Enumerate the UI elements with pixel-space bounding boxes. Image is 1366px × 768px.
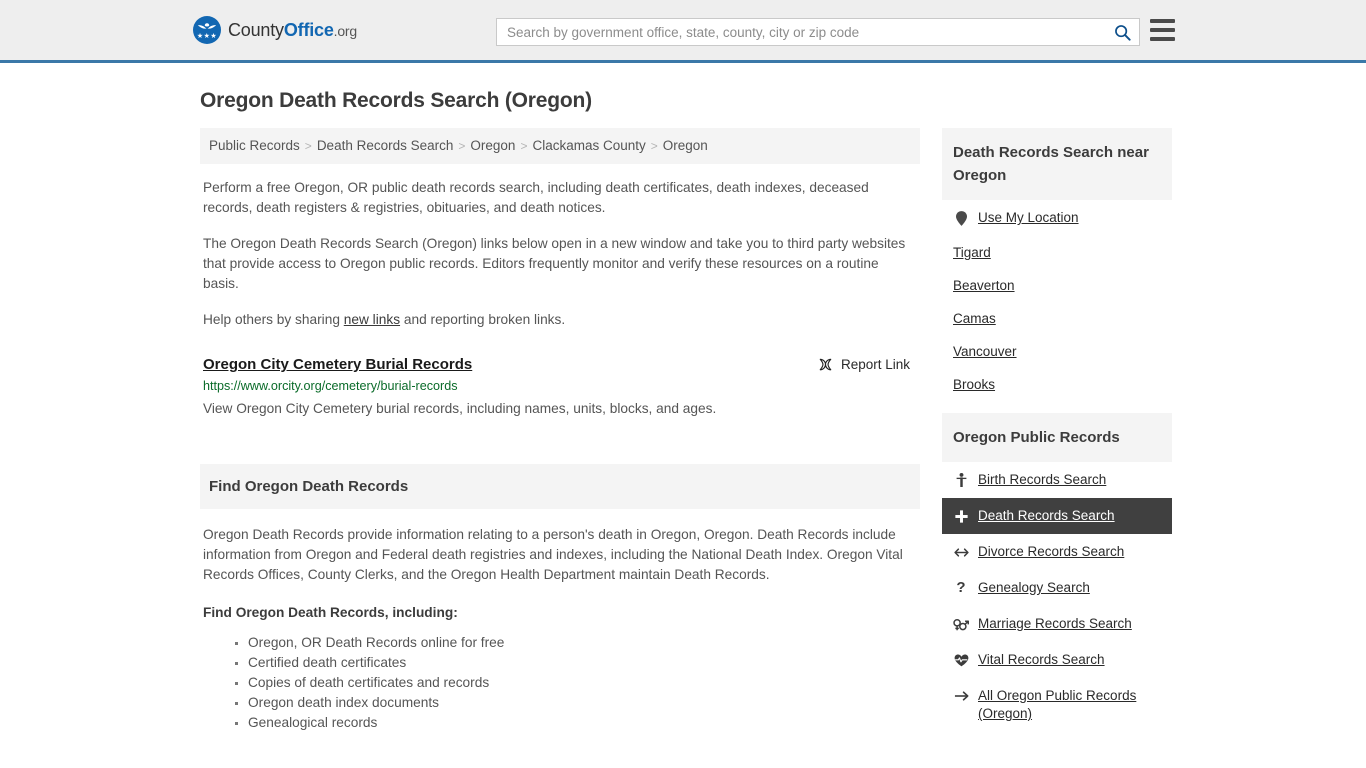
venus-mars-icon (953, 615, 969, 633)
arrow-right-icon (953, 687, 969, 705)
sidebar-item-birth-records-search[interactable]: Birth Records Search (942, 462, 1172, 498)
public-records-list: Birth Records Search Death Records Searc… (942, 462, 1172, 732)
breadcrumb-item-oregon[interactable]: Oregon (470, 138, 515, 153)
report-link-button[interactable]: Report Link (818, 357, 910, 372)
site-header: ★★★ CountyOffice.org (0, 0, 1366, 63)
sidebar-item-city-beaverton[interactable]: Beaverton (942, 269, 1172, 302)
public-records-card: Oregon Public Records Birth Records Sear… (942, 413, 1172, 732)
sidebar-item-vital-records-search[interactable]: Vital Records Search (942, 642, 1172, 678)
brand-part-office: Office (283, 19, 334, 40)
share-text-before: Help others by sharing (203, 312, 344, 328)
sidebar-item-label[interactable]: Vital Records Search (978, 651, 1105, 669)
intro-paragraph-1: Perform a free Oregon, OR public death r… (203, 180, 869, 216)
share-text-after: and reporting broken links. (400, 312, 566, 328)
result-url: https://www.orcity.org/cemetery/burial-r… (203, 379, 458, 394)
sidebar-item-city-brooks[interactable]: Brooks (942, 368, 1172, 401)
page-body: Oregon Death Records Search (Oregon) Pub… (0, 89, 1366, 733)
sidebar-item-city-vancouver[interactable]: Vancouver (942, 335, 1172, 368)
three-stars-icon: ★★★ (196, 33, 218, 40)
page-title: Oregon Death Records Search (Oregon) (200, 89, 592, 112)
breadcrumb-item-public-records[interactable]: Public Records (209, 138, 300, 153)
brand-wordmark: CountyOffice.org (228, 20, 357, 41)
hamburger-bar (1150, 37, 1175, 41)
breadcrumb-item-clackamas-county[interactable]: Clackamas County (532, 138, 645, 153)
result-title-link[interactable]: Oregon City Cemetery Burial Records (203, 356, 472, 373)
sidebar-item-label[interactable]: Marriage Records Search (978, 615, 1132, 633)
hamburger-bar (1150, 19, 1175, 23)
sidebar-item-label[interactable]: All Oregon Public Records (Oregon) (978, 687, 1162, 723)
nearby-search-card: Death Records Search near Oregon Use My … (942, 128, 1172, 401)
list-item: Certified death certificates (235, 653, 917, 673)
result-item: Oregon City Cemetery Burial Records Repo… (200, 356, 920, 418)
find-records-list: Oregon, OR Death Records online for free… (203, 633, 917, 733)
nearby-search-heading: Death Records Search near Oregon (942, 128, 1172, 200)
new-links-link[interactable]: new links (344, 312, 400, 327)
sidebar-item-use-my-location[interactable]: Use My Location (942, 200, 1172, 236)
breadcrumb-separator: > (650, 139, 658, 153)
section-list-heading: Find Oregon Death Records, including: (203, 605, 458, 621)
list-item: Copies of death certificates and records (235, 673, 917, 693)
list-item: Oregon, OR Death Records online for free (235, 633, 917, 653)
city-link-label[interactable]: Tigard (953, 245, 991, 260)
sidebar-item-city-camas[interactable]: Camas (942, 302, 1172, 335)
breadcrumb-item-oregon-last[interactable]: Oregon (663, 138, 708, 153)
sidebar-item-label[interactable]: Birth Records Search (978, 471, 1106, 489)
sidebar-item-death-records-search[interactable]: Death Records Search (942, 498, 1172, 534)
baby-icon (953, 471, 969, 489)
search-icon (1114, 24, 1131, 41)
breadcrumb-item-death-records-search[interactable]: Death Records Search (317, 138, 454, 153)
intro-paragraph-2: The Oregon Death Records Search (Oregon)… (203, 236, 906, 292)
brand-part-county: County (228, 19, 284, 40)
intro-paragraph-3: Help others by sharing new links and rep… (203, 310, 917, 330)
sidebar-item-all-oregon-public-records[interactable]: All Oregon Public Records (Oregon) (942, 678, 1172, 732)
sidebar-item-genealogy-search[interactable]: ? Genealogy Search (942, 570, 1172, 606)
list-item: Genealogical records (235, 713, 917, 733)
find-records-section-body: Oregon Death Records provide information… (200, 525, 920, 733)
search-button[interactable] (1105, 19, 1139, 45)
breadcrumb-separator: > (458, 139, 466, 153)
search-input[interactable] (497, 24, 1105, 40)
find-records-section-heading: Find Oregon Death Records (200, 464, 920, 510)
sidebar-item-city-tigard[interactable]: Tigard (942, 236, 1172, 269)
report-link-label: Report Link (840, 357, 910, 373)
sidebar-item-label[interactable]: Genealogy Search (978, 579, 1090, 597)
nearby-list: Use My Location Tigard Beaverton Camas V… (942, 200, 1172, 401)
use-my-location-label[interactable]: Use My Location (978, 209, 1079, 227)
intro-text: Perform a free Oregon, OR public death r… (200, 178, 920, 330)
breadcrumb-separator: > (304, 139, 312, 153)
city-link-label[interactable]: Vancouver (953, 344, 1017, 359)
main-column: Public Records > Death Records Search > Oreg… (200, 128, 920, 733)
breadcrumb-separator: > (520, 139, 528, 153)
hamburger-menu-icon[interactable] (1150, 19, 1175, 41)
site-logo[interactable]: ★★★ CountyOffice.org (193, 16, 357, 44)
section-paragraph: Oregon Death Records provide information… (203, 527, 903, 583)
list-item: Oregon death index documents (235, 693, 917, 713)
breadcrumb: Public Records > Death Records Search > Oreg… (200, 128, 920, 165)
city-link-label[interactable]: Beaverton (953, 278, 1015, 293)
result-description: View Oregon City Cemetery burial records… (203, 401, 717, 417)
cross-plus-icon (953, 507, 969, 525)
countyoffice-eagle-logo-icon: ★★★ (193, 16, 221, 44)
broken-link-icon (819, 358, 832, 371)
sidebar-item-label[interactable]: Divorce Records Search (978, 543, 1124, 561)
hamburger-bar (1150, 28, 1175, 32)
map-pin-icon (953, 209, 969, 227)
arrows-left-right-icon (953, 543, 969, 561)
brand-part-org: .org (333, 22, 358, 39)
sidebar-item-divorce-records-search[interactable]: Divorce Records Search (942, 534, 1172, 570)
city-link-label[interactable]: Camas (953, 311, 996, 326)
sidebar-item-label[interactable]: Death Records Search (978, 507, 1115, 525)
search-bar[interactable] (496, 18, 1140, 46)
city-link-label[interactable]: Brooks (953, 377, 995, 392)
sidebar: Death Records Search near Oregon Use My … (942, 128, 1172, 733)
heartbeat-icon (953, 651, 969, 669)
question-mark-icon: ? (956, 579, 966, 596)
public-records-heading: Oregon Public Records (942, 413, 1172, 462)
sidebar-item-marriage-records-search[interactable]: Marriage Records Search (942, 606, 1172, 642)
